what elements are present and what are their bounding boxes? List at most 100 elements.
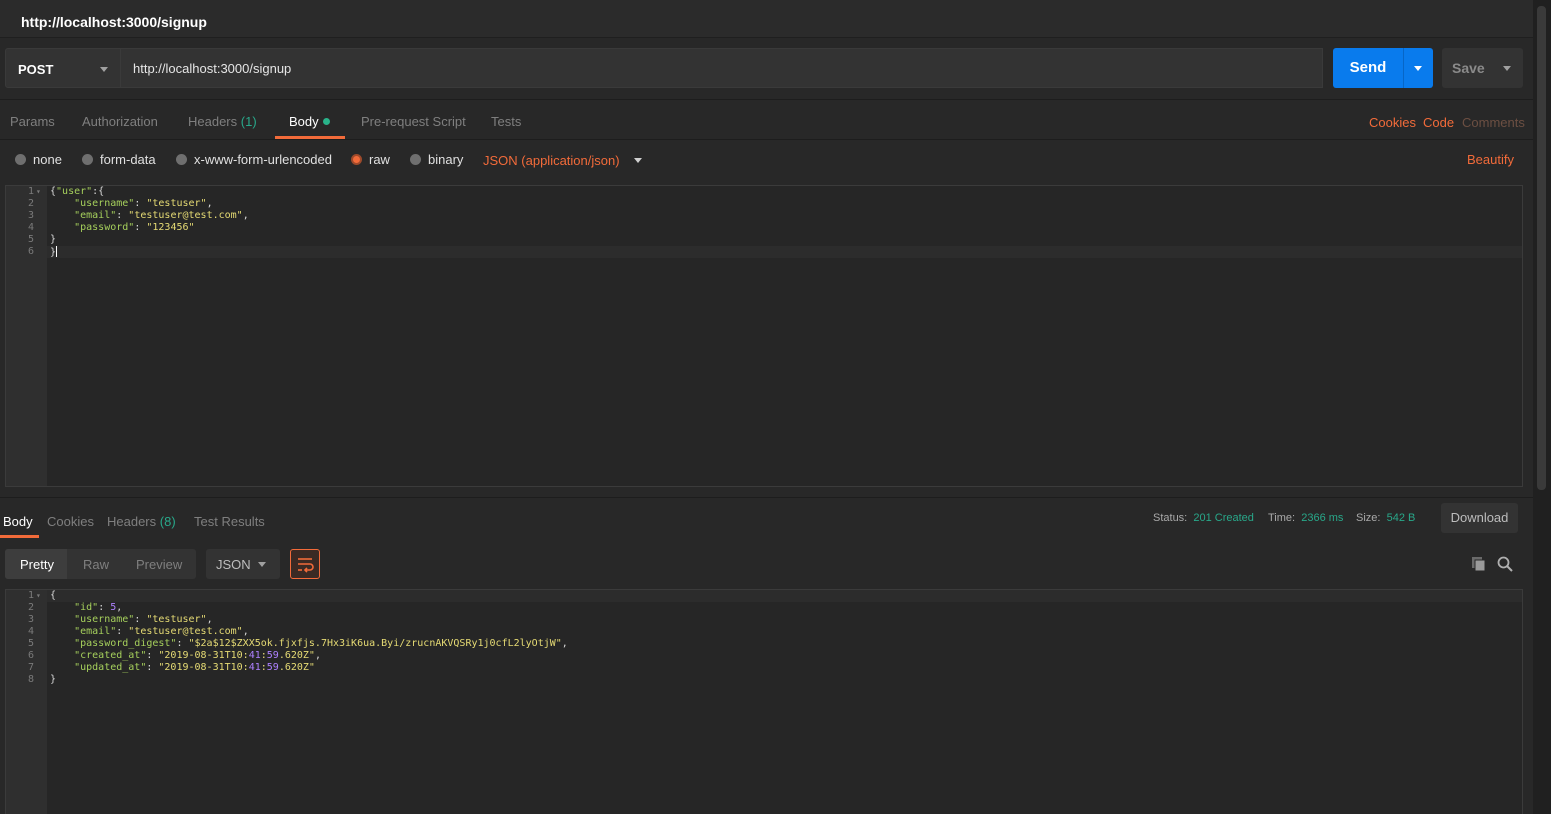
radio-none[interactable]: none — [15, 152, 62, 167]
code-line: 2 "id": 5, — [27, 602, 123, 613]
modified-dot-icon — [322, 118, 330, 125]
response-format-label: JSON — [216, 557, 251, 572]
request-tab-title[interactable]: http://localhost:3000/signup — [21, 14, 207, 30]
chevron-down-icon — [258, 562, 266, 567]
text-cursor — [56, 246, 58, 257]
response-format-select[interactable]: JSON — [206, 549, 280, 579]
tab-prerequest-script[interactable]: Pre-request Script — [361, 114, 466, 129]
time-label: Time: — [1268, 512, 1296, 524]
send-button[interactable]: Send — [1333, 48, 1403, 88]
copy-icon — [1472, 557, 1486, 572]
radio-form-data[interactable]: form-data — [82, 152, 156, 167]
chevron-down-icon — [1503, 66, 1511, 71]
response-tab-headers[interactable]: Headers (8) — [107, 514, 176, 529]
radio-binary-label: binary — [428, 152, 464, 167]
radio-urlencoded-label: x-www-form-urlencoded — [194, 152, 332, 167]
radio-form-data-label: form-data — [100, 152, 156, 167]
comments-link[interactable]: Comments — [1462, 115, 1525, 130]
code-line: 4 "email": "testuser@test.com", — [27, 626, 249, 637]
code-text: "email": "testuser@test.com", — [74, 210, 249, 221]
radio-raw[interactable]: raw — [351, 152, 390, 167]
request-tabs: Params Authorization Headers (1) Body Pr… — [0, 100, 1533, 140]
radio-circle — [410, 154, 421, 165]
response-bar: Body Cookies Headers (8) Test Results St… — [0, 498, 1533, 540]
code-line: 2 "username": "testuser", — [27, 198, 213, 209]
tab-params[interactable]: Params — [10, 114, 55, 129]
beautify-link[interactable]: Beautify — [1467, 152, 1514, 167]
fold-arrow-icon[interactable]: ▾ — [36, 590, 41, 602]
radio-circle — [15, 154, 26, 165]
response-body-viewer[interactable]: 1 ▾ { 2 "id": 5, 3 "username": "testuser"… — [5, 589, 1523, 814]
code-line: 7 "updated_at": "2019-08-31T10:41:59.620… — [27, 662, 315, 673]
scrollbar-thumb[interactable] — [1537, 6, 1546, 490]
response-headers-count: (8) — [159, 514, 176, 529]
radio-circle — [176, 154, 187, 165]
response-view-tabs: Pretty Raw Preview — [5, 549, 196, 579]
time-value[interactable]: 2366 ms — [1301, 512, 1343, 524]
copy-button[interactable] — [1470, 555, 1488, 576]
radio-circle — [82, 154, 93, 165]
send-options-button[interactable] — [1403, 48, 1433, 88]
chevron-down-icon — [100, 67, 108, 72]
response-tab-body[interactable]: Body — [3, 514, 33, 529]
search-icon — [1497, 556, 1513, 572]
method-label: POST — [18, 62, 54, 77]
code-line: 3 "username": "testuser", — [27, 614, 213, 625]
code-line: 4 "password": "123456" — [27, 222, 195, 233]
code-text: } — [50, 234, 57, 245]
radio-urlencoded[interactable]: x-www-form-urlencoded — [176, 152, 332, 167]
url-input[interactable] — [121, 48, 1323, 88]
active-response-tab-indicator — [0, 535, 39, 538]
view-raw[interactable]: Raw — [83, 557, 109, 572]
tab-body[interactable]: Body — [289, 114, 330, 129]
view-preview[interactable]: Preview — [136, 557, 182, 572]
code-line: 5 } — [27, 234, 57, 245]
fold-arrow-icon[interactable]: ▾ — [36, 186, 41, 198]
search-button[interactable] — [1496, 555, 1514, 576]
status-label: Status: — [1153, 512, 1188, 524]
code-text: "username": "testuser", — [74, 198, 213, 209]
code-text: "password_digest": "$2a$12$ZXX5ok.fjxfjs… — [74, 638, 568, 649]
download-button[interactable]: Download — [1441, 503, 1518, 533]
body-type-options: none form-data x-www-form-urlencoded raw… — [0, 146, 1533, 174]
code-line: 8 } — [27, 674, 57, 685]
radio-raw-label: raw — [369, 152, 390, 167]
code-line: 3 "email": "testuser@test.com", — [27, 210, 249, 221]
save-options-button[interactable] — [1492, 48, 1523, 88]
request-body-editor[interactable]: 1 ▾ {"user":{ 2 "username": "testuser", 3… — [5, 185, 1523, 487]
chevron-down-icon — [633, 158, 642, 163]
code-text: } — [50, 674, 57, 685]
method-select[interactable]: POST — [5, 48, 121, 88]
code-text: "email": "testuser@test.com", — [74, 626, 249, 637]
code-link[interactable]: Code — [1423, 115, 1454, 130]
request-tab-strip: http://localhost:3000/signup — [0, 0, 1533, 38]
tab-headers-count: (1) — [240, 114, 257, 129]
tab-body-label: Body — [289, 114, 319, 129]
tab-tests[interactable]: Tests — [491, 114, 521, 129]
wrap-lines-button[interactable] — [290, 549, 320, 579]
content-type-select[interactable]: JSON (application/json) — [483, 153, 642, 168]
wrap-lines-icon — [298, 558, 314, 573]
code-line: 6 "created_at": "2019-08-31T10:41:59.620… — [27, 650, 321, 661]
size-value[interactable]: 542 B — [1387, 512, 1416, 524]
radio-binary[interactable]: binary — [410, 152, 463, 167]
divider — [0, 139, 1533, 140]
response-tab-test-results[interactable]: Test Results — [194, 514, 265, 529]
view-pretty[interactable]: Pretty — [20, 557, 54, 572]
size-label: Size: — [1356, 512, 1381, 524]
cookies-link[interactable]: Cookies — [1369, 115, 1416, 130]
tab-headers-label: Headers — [188, 114, 238, 129]
window-scrollbar[interactable] — [1533, 0, 1551, 814]
code-text: {"user":{ — [50, 186, 105, 197]
response-tab-cookies[interactable]: Cookies — [47, 514, 94, 529]
tab-authorization[interactable]: Authorization — [82, 114, 158, 129]
code-line: 5 "password_digest": "$2a$12$ZXX5ok.fjxf… — [27, 638, 568, 649]
code-text: "password": "123456" — [74, 222, 195, 233]
status-value[interactable]: 201 Created — [1193, 512, 1254, 524]
content-type-label: JSON (application/json) — [483, 153, 620, 168]
save-button[interactable]: Save — [1442, 48, 1492, 88]
tab-headers[interactable]: Headers (1) — [188, 114, 257, 129]
code-text: "created_at": "2019-08-31T10:41:59.620Z"… — [74, 650, 321, 661]
size-meta: Size: 542 B — [1356, 512, 1415, 524]
response-headers-label: Headers — [107, 514, 157, 529]
